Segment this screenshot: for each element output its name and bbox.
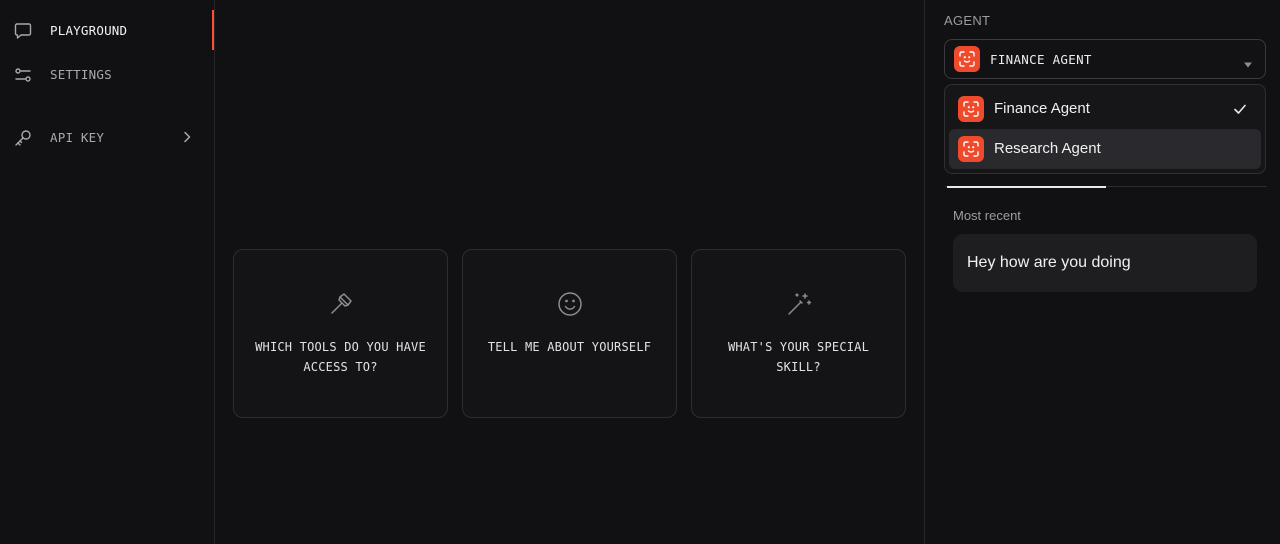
checkmark-icon: [1233, 102, 1247, 116]
selected-agent-label: FINANCE AGENT: [990, 52, 1092, 67]
sidebar-item-label: PLAYGROUND: [50, 23, 128, 38]
sidebar: PLAYGROUND SETTINGS API KEY: [0, 0, 215, 544]
caret-down-icon: [1243, 56, 1253, 68]
agent-option-label: Finance Agent: [994, 100, 1090, 117]
chat-bubble-icon: [13, 21, 33, 41]
agent-dropdown-menu: Finance Agent Research Agent: [944, 84, 1266, 174]
magic-wand-icon: [692, 291, 905, 317]
agent-option-finance[interactable]: Finance Agent: [949, 89, 1261, 129]
suggestion-card[interactable]: WHICH TOOLS DO YOU HAVE ACCESS TO?: [233, 249, 448, 418]
tab-underline-active: [947, 186, 1106, 188]
agent-badge-icon: [958, 96, 984, 122]
agent-select[interactable]: FINANCE AGENT: [944, 39, 1266, 79]
agent-option-research[interactable]: Research Agent: [949, 129, 1261, 169]
key-icon: [13, 128, 33, 148]
suggestion-text: TELL ME ABOUT YOURSELF: [487, 340, 652, 354]
history-item[interactable]: Hey how are you doing: [953, 234, 1257, 292]
agent-badge-icon: [958, 136, 984, 162]
history-item-text: Hey how are you doing: [967, 254, 1131, 271]
app-root: PLAYGROUND SETTINGS API KEY WHICH TOOLS …: [0, 0, 1280, 544]
main-area: WHICH TOOLS DO YOU HAVE ACCESS TO? TELL …: [216, 0, 924, 544]
sidebar-item-api-key[interactable]: API KEY: [0, 122, 214, 152]
sidebar-item-playground[interactable]: PLAYGROUND: [0, 15, 214, 45]
sliders-icon: [13, 65, 33, 85]
agent-option-label: Research Agent: [994, 140, 1101, 157]
sidebar-item-label: SETTINGS: [50, 67, 112, 82]
suggestion-text: WHICH TOOLS DO YOU HAVE ACCESS TO?: [255, 340, 426, 374]
sidebar-item-label: API KEY: [50, 130, 105, 145]
hammer-icon: [234, 291, 447, 317]
suggestion-text: WHAT'S YOUR SPECIAL SKILL?: [727, 340, 870, 374]
agent-panel: AGENT FINANCE AGENT Finance Agent Resear…: [924, 0, 1280, 544]
suggestion-card[interactable]: WHAT'S YOUR SPECIAL SKILL?: [691, 249, 906, 418]
chevron-right-icon: [180, 130, 194, 144]
agent-section-label: AGENT: [944, 13, 991, 28]
agent-badge-icon: [954, 46, 980, 72]
history-section-label: Most recent: [953, 208, 1021, 223]
sidebar-item-settings[interactable]: SETTINGS: [0, 59, 214, 89]
suggestion-card[interactable]: TELL ME ABOUT YOURSELF: [462, 249, 677, 418]
smiley-icon: [463, 291, 676, 317]
